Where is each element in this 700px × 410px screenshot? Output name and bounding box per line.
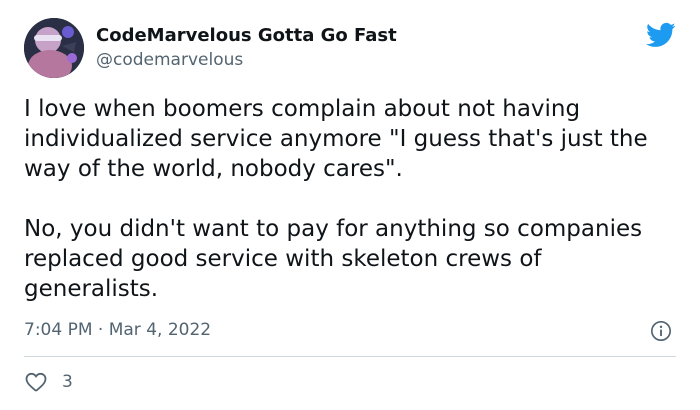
avatar-image xyxy=(24,18,84,78)
user-handle[interactable]: @codemarvelous xyxy=(96,48,397,72)
divider xyxy=(24,356,676,357)
display-name[interactable]: CodeMarvelous Gotta Go Fast xyxy=(96,24,397,48)
tweet-text: I love when boomers complain about not h… xyxy=(24,96,648,302)
tweet-time: 7:04 PM xyxy=(24,320,93,340)
tweet-card: CodeMarvelous Gotta Go Fast @codemarvelo… xyxy=(0,0,700,410)
tweet-timestamp[interactable]: 7:04 PM · Mar 4, 2022 xyxy=(24,319,211,341)
meta-separator: · xyxy=(97,320,104,340)
info-icon[interactable] xyxy=(650,320,672,342)
avatar[interactable] xyxy=(24,18,84,78)
tweet-header: CodeMarvelous Gotta Go Fast @codemarvelo… xyxy=(24,18,676,78)
heart-icon[interactable] xyxy=(24,370,48,394)
tweet-date: Mar 4, 2022 xyxy=(108,320,212,340)
like-count: 3 xyxy=(62,372,73,392)
twitter-bird-icon[interactable] xyxy=(646,20,676,50)
tweet-actions: 3 xyxy=(24,370,73,394)
user-names: CodeMarvelous Gotta Go Fast @codemarvelo… xyxy=(96,24,397,72)
